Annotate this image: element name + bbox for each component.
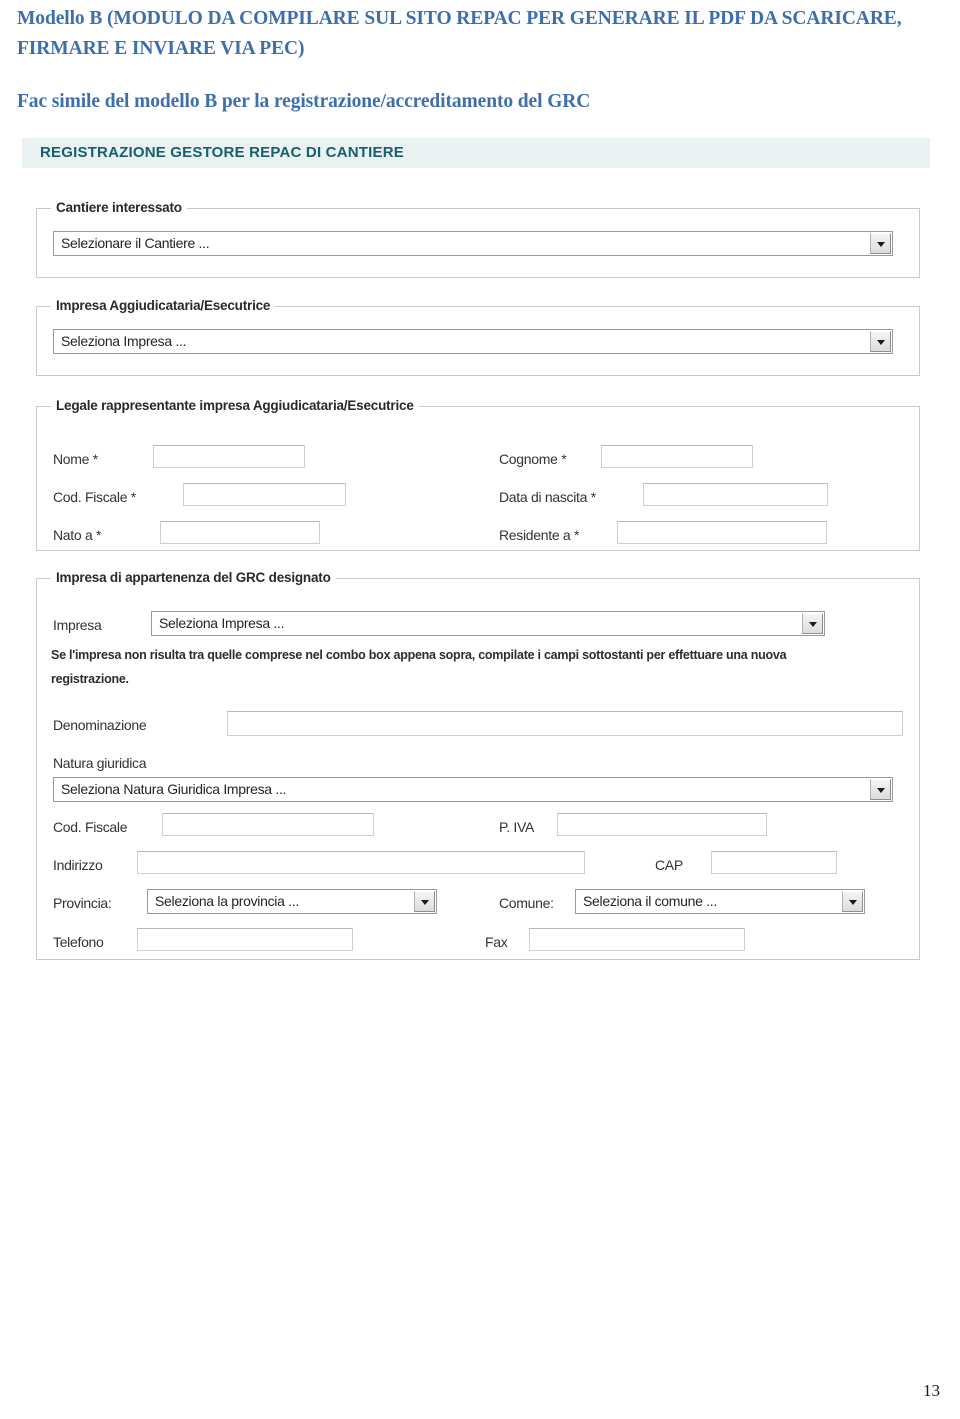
- select-impresa-aggiudicataria[interactable]: Seleziona Impresa ...: [53, 329, 893, 354]
- select-provincia-value: Seleziona la provincia ...: [155, 893, 299, 909]
- label-cognome: Cognome *: [499, 451, 567, 467]
- select-impresa-aggiudicataria-value: Seleziona Impresa ...: [61, 333, 187, 349]
- input-cap[interactable]: [711, 851, 837, 874]
- select-natura-giuridica-value: Seleziona Natura Giuridica Impresa ...: [61, 781, 287, 797]
- input-nato-a[interactable]: [160, 521, 320, 544]
- label-nato-a: Nato a *: [53, 527, 102, 543]
- fieldset-impresa-grc: Impresa di appartenenza del GRC designat…: [36, 570, 920, 960]
- label-natura-giuridica: Natura giuridica: [53, 755, 147, 771]
- input-nome[interactable]: [153, 445, 305, 468]
- fieldset-cantiere-interessato: Cantiere interessato Selezionare il Cant…: [36, 200, 920, 278]
- page-number: 13: [923, 1381, 940, 1400]
- input-indirizzo[interactable]: [137, 851, 585, 874]
- legend-cantiere-interessato: Cantiere interessato: [51, 200, 187, 215]
- chevron-down-icon[interactable]: [870, 331, 891, 352]
- form-title: REGISTRAZIONE GESTORE REPAC DI CANTIERE: [40, 144, 404, 161]
- fieldset-legale-rappresentante: Legale rappresentante impresa Aggiudicat…: [36, 398, 920, 551]
- input-denominazione[interactable]: [227, 711, 903, 736]
- document-subheading: Fac simile del modello B per la registra…: [17, 91, 591, 112]
- label-provincia: Provincia:: [53, 895, 112, 911]
- label-residente-a: Residente a *: [499, 527, 580, 543]
- select-cantiere-value: Selezionare il Cantiere ...: [61, 235, 210, 251]
- chevron-down-icon[interactable]: [802, 613, 823, 634]
- label-indirizzo: Indirizzo: [53, 857, 103, 873]
- input-residente-a[interactable]: [617, 521, 827, 544]
- select-comune[interactable]: Seleziona il comune ...: [575, 889, 865, 914]
- select-impresa-grc[interactable]: Seleziona Impresa ...: [151, 611, 825, 636]
- label-cod-fiscale-legale: Cod. Fiscale *: [53, 489, 136, 505]
- label-impresa-grc: Impresa: [53, 617, 102, 633]
- legend-impresa-aggiudicataria: Impresa Aggiudicataria/Esecutrice: [51, 298, 276, 313]
- chevron-down-icon[interactable]: [870, 233, 891, 254]
- label-comune: Comune:: [499, 895, 554, 911]
- form-screenshot: REGISTRAZIONE GESTORE REPAC DI CANTIERE …: [22, 138, 932, 968]
- input-cod-fiscale-legale[interactable]: [183, 483, 346, 506]
- form-title-band: REGISTRAZIONE GESTORE REPAC DI CANTIERE: [22, 138, 930, 168]
- select-cantiere[interactable]: Selezionare il Cantiere ...: [53, 231, 893, 256]
- label-fax: Fax: [485, 934, 508, 950]
- select-provincia[interactable]: Seleziona la provincia ...: [147, 889, 437, 914]
- legend-legale-rappresentante: Legale rappresentante impresa Aggiudicat…: [51, 398, 419, 413]
- label-cod-fiscale-impresa: Cod. Fiscale: [53, 819, 128, 835]
- document-heading: Modello B (MODULO DA COMPILARE SUL SITO …: [17, 8, 902, 59]
- chevron-down-icon[interactable]: [870, 779, 891, 800]
- chevron-down-icon[interactable]: [842, 891, 863, 912]
- select-natura-giuridica[interactable]: Seleziona Natura Giuridica Impresa ...: [53, 777, 893, 802]
- label-cap: CAP: [655, 857, 683, 873]
- input-cod-fiscale-impresa[interactable]: [162, 813, 374, 836]
- chevron-down-icon[interactable]: [414, 891, 435, 912]
- input-fax[interactable]: [529, 928, 745, 951]
- select-comune-value: Seleziona il comune ...: [583, 893, 717, 909]
- label-telefono: Telefono: [53, 934, 104, 950]
- label-denominazione: Denominazione: [53, 717, 147, 733]
- legend-impresa-grc: Impresa di appartenenza del GRC designat…: [51, 570, 336, 585]
- input-telefono[interactable]: [137, 928, 353, 951]
- input-cognome[interactable]: [601, 445, 753, 468]
- fieldset-impresa-aggiudicataria: Impresa Aggiudicataria/Esecutrice Selezi…: [36, 298, 920, 376]
- select-impresa-grc-value: Seleziona Impresa ...: [159, 615, 285, 631]
- input-data-nascita[interactable]: [643, 483, 828, 506]
- label-p-iva: P. IVA: [499, 819, 535, 835]
- label-nome: Nome *: [53, 451, 98, 467]
- input-p-iva[interactable]: [557, 813, 767, 836]
- label-data-nascita: Data di nascita *: [499, 489, 596, 505]
- grc-note-text: Se l'impresa non risulta tra quelle comp…: [51, 648, 787, 686]
